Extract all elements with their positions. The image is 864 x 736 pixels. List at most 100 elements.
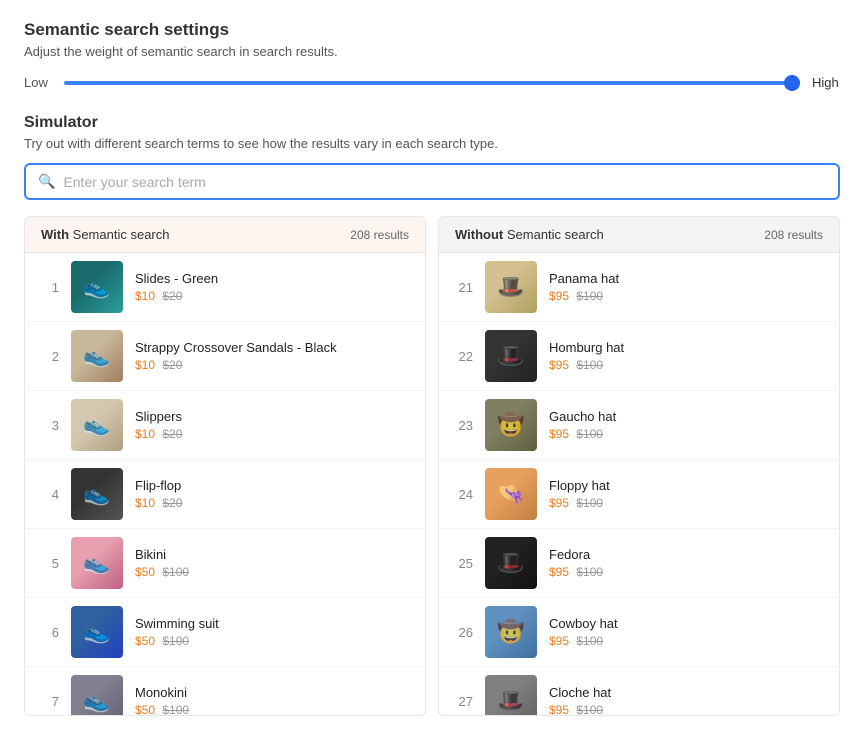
search-icon: 🔍: [38, 173, 55, 190]
simulator-description: Try out with different search terms to s…: [24, 136, 840, 151]
price-current: $10: [135, 496, 155, 510]
item-name: Strappy Crossover Sandals - Black: [135, 340, 409, 355]
price-original: $100: [162, 703, 189, 715]
results-row: With Semantic search 208 results 1 👟 Sli…: [24, 216, 840, 716]
item-image: 👟: [71, 537, 123, 589]
list-item: 4 👟 Flip-flop $10 $20: [25, 460, 425, 529]
price-original: $100: [576, 496, 603, 510]
list-item: 22 🎩 Homburg hat $95 $100: [439, 322, 839, 391]
item-image: 👒: [485, 468, 537, 520]
item-image: 🤠: [485, 399, 537, 451]
item-prices: $10 $20: [135, 358, 409, 372]
search-input[interactable]: [63, 174, 826, 190]
price-current: $95: [549, 634, 569, 648]
item-name: Bikini: [135, 547, 409, 562]
price-original: $100: [162, 565, 189, 579]
price-original: $100: [576, 565, 603, 579]
list-item: 1 👟 Slides - Green $10 $20: [25, 253, 425, 322]
item-rank: 26: [455, 625, 473, 640]
simulator-title: Simulator: [24, 114, 840, 132]
price-original: $20: [162, 289, 182, 303]
price-original: $100: [162, 634, 189, 648]
item-info: Gaucho hat $95 $100: [549, 409, 823, 441]
list-item: 7 👟 Monokini $50 $100: [25, 667, 425, 715]
without-panel-count: 208 results: [764, 228, 823, 242]
price-current: $95: [549, 358, 569, 372]
item-image: 🤠: [485, 606, 537, 658]
without-panel-list[interactable]: 21 🎩 Panama hat $95 $100 22 🎩 Homburg ha…: [439, 253, 839, 715]
item-image: 🎩: [485, 330, 537, 382]
item-info: Strappy Crossover Sandals - Black $10 $2…: [135, 340, 409, 372]
with-panel-header: With Semantic search 208 results: [25, 217, 425, 253]
item-name: Swimming suit: [135, 616, 409, 631]
item-prices: $95 $100: [549, 358, 823, 372]
price-current: $95: [549, 427, 569, 441]
price-current: $95: [549, 496, 569, 510]
with-panel-count: 208 results: [350, 228, 409, 242]
item-rank: 5: [41, 556, 59, 571]
price-current: $95: [549, 565, 569, 579]
item-prices: $50 $100: [135, 565, 409, 579]
price-original: $100: [576, 427, 603, 441]
item-prices: $50 $100: [135, 634, 409, 648]
item-info: Floppy hat $95 $100: [549, 478, 823, 510]
item-info: Homburg hat $95 $100: [549, 340, 823, 372]
item-image: 🎩: [485, 261, 537, 313]
without-semantic-panel: Without Semantic search 208 results 21 🎩…: [438, 216, 840, 716]
item-name: Slides - Green: [135, 271, 409, 286]
settings-section: Semantic search settings Adjust the weig…: [24, 20, 840, 90]
item-prices: $95 $100: [549, 703, 823, 715]
item-info: Monokini $50 $100: [135, 685, 409, 715]
item-name: Homburg hat: [549, 340, 823, 355]
item-rank: 7: [41, 694, 59, 709]
item-name: Cloche hat: [549, 685, 823, 700]
slider-row: Low High: [24, 75, 840, 90]
item-prices: $10 $20: [135, 427, 409, 441]
item-rank: 25: [455, 556, 473, 571]
item-rank: 21: [455, 280, 473, 295]
item-image: 👟: [71, 261, 123, 313]
list-item: 27 🎩 Cloche hat $95 $100: [439, 667, 839, 715]
item-name: Fedora: [549, 547, 823, 562]
settings-description: Adjust the weight of semantic search in …: [24, 44, 840, 59]
item-info: Bikini $50 $100: [135, 547, 409, 579]
item-info: Fedora $95 $100: [549, 547, 823, 579]
price-original: $20: [162, 496, 182, 510]
item-rank: 6: [41, 625, 59, 640]
list-item: 24 👒 Floppy hat $95 $100: [439, 460, 839, 529]
list-item: 2 👟 Strappy Crossover Sandals - Black $1…: [25, 322, 425, 391]
item-info: Flip-flop $10 $20: [135, 478, 409, 510]
with-panel-label: With Semantic search: [41, 227, 169, 242]
price-current: $95: [549, 703, 569, 715]
price-original: $100: [576, 358, 603, 372]
item-name: Flip-flop: [135, 478, 409, 493]
item-info: Slippers $10 $20: [135, 409, 409, 441]
price-original: $100: [576, 289, 603, 303]
list-item: 21 🎩 Panama hat $95 $100: [439, 253, 839, 322]
with-panel-list[interactable]: 1 👟 Slides - Green $10 $20 2 👟 Strappy C…: [25, 253, 425, 715]
without-panel-header: Without Semantic search 208 results: [439, 217, 839, 253]
item-info: Cowboy hat $95 $100: [549, 616, 823, 648]
semantic-weight-slider[interactable]: [64, 81, 800, 85]
without-panel-label: Without Semantic search: [455, 227, 604, 242]
item-prices: $95 $100: [549, 289, 823, 303]
with-semantic-panel: With Semantic search 208 results 1 👟 Sli…: [24, 216, 426, 716]
price-original: $20: [162, 358, 182, 372]
item-name: Gaucho hat: [549, 409, 823, 424]
item-prices: $95 $100: [549, 565, 823, 579]
search-box: 🔍: [24, 163, 840, 200]
item-name: Panama hat: [549, 271, 823, 286]
item-rank: 27: [455, 694, 473, 709]
item-prices: $10 $20: [135, 496, 409, 510]
item-image: 👟: [71, 468, 123, 520]
slider-low-label: Low: [24, 75, 52, 90]
list-item: 25 🎩 Fedora $95 $100: [439, 529, 839, 598]
slider-high-label: High: [812, 75, 840, 90]
price-original: $100: [576, 703, 603, 715]
item-rank: 24: [455, 487, 473, 502]
price-current: $50: [135, 565, 155, 579]
list-item: 23 🤠 Gaucho hat $95 $100: [439, 391, 839, 460]
item-rank: 1: [41, 280, 59, 295]
price-original: $100: [576, 634, 603, 648]
item-image: 👟: [71, 399, 123, 451]
